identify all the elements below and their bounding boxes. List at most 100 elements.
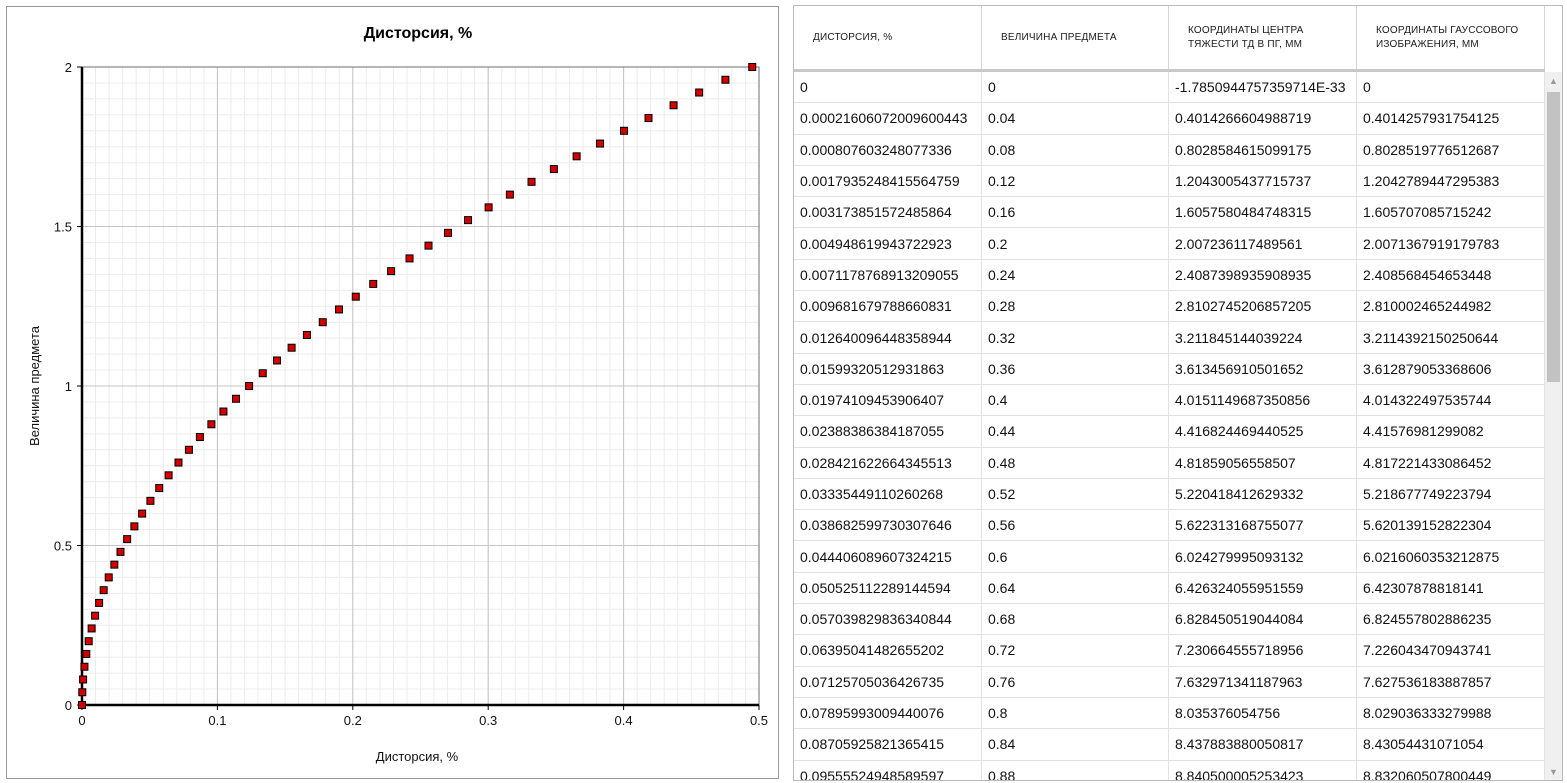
table-cell: 0.32 — [982, 322, 1169, 353]
data-point — [443, 228, 452, 237]
table-cell: 0.12 — [982, 165, 1169, 197]
table-row[interactable]: 0.012640096448358944 0.32 3.21184514403922… — [794, 322, 1545, 354]
table-cell: 0 — [1357, 72, 1545, 103]
table-cell: 0.8028584615099175 — [1169, 134, 1357, 165]
table-row[interactable]: 0.050525112289144594 0.64 6.42632405595155… — [794, 572, 1545, 605]
data-point — [104, 573, 113, 582]
table-cell: 6.426324055951559 — [1169, 572, 1357, 604]
table-cell: 7.230664555718956 — [1169, 635, 1357, 666]
data-point — [164, 471, 173, 480]
table-row[interactable]: 0.02388386384187055 0.44 4.416824469440525… — [794, 416, 1545, 448]
data-point — [78, 701, 86, 709]
table-row[interactable]: 0.009681679788660831 0.28 2.81027452068572… — [794, 291, 1545, 323]
table-cell: 0.003173851572485864 — [794, 197, 982, 228]
table-cell: 0.8 — [982, 697, 1169, 729]
table-cell: 0.44 — [982, 416, 1169, 447]
column-header-gaussian-coords[interactable]: КООРДИНАТЫ ГАУССОВОГО ИЗОБРАЖЕНИЯ, ММ — [1357, 6, 1545, 69]
table-cell: 0.028421622664345513 — [794, 447, 982, 478]
table-row[interactable]: 0.07125705036426735 0.76 7.632971341187963… — [794, 666, 1545, 698]
data-table[interactable]: ДИСТОРСИЯ, % ВЕЛИЧИНА ПРЕДМЕТА КООРДИНАТ… — [793, 5, 1563, 781]
table-cell: 7.627536183887857 — [1357, 666, 1545, 697]
table-cell: 4.41576981299082 — [1357, 416, 1545, 447]
table-row[interactable]: 0.09555524948589597 0.88 8.840500005253423… — [794, 760, 1545, 780]
table-row[interactable]: 0.004948619943722923 0.2 2.007236117489561… — [794, 228, 1545, 260]
data-point — [232, 394, 241, 403]
table-cell: 4.014322497535744 — [1357, 384, 1545, 416]
data-point — [405, 254, 414, 263]
column-header-distortion[interactable]: ДИСТОРСИЯ, % — [794, 6, 982, 69]
table-row[interactable]: 0.038682599730307646 0.56 5.62231316875507… — [794, 510, 1545, 542]
table-row[interactable]: 0.000807603248077336 0.08 0.80285846150991… — [794, 134, 1545, 166]
table-cell: 0.0017935248415564759 — [794, 165, 982, 197]
table-row[interactable]: 0.007117876891320905​5 0.24 2.408739893590… — [794, 259, 1545, 292]
y-tick-label: 1 — [65, 379, 72, 394]
data-point — [527, 177, 536, 186]
table-cell: 3.613456910501652 — [1169, 353, 1357, 384]
data-point — [549, 165, 558, 174]
table-cell: 0.72 — [982, 635, 1169, 666]
table-cell: 2.0071367919179783 — [1357, 228, 1545, 259]
table-cell: 0.06395041482655202 — [794, 635, 982, 666]
table-cell: 0.07895993009440076 — [794, 697, 982, 729]
table-cell: 5.218677749223794 — [1357, 478, 1545, 510]
data-point — [287, 343, 296, 352]
table-cell: 6.024279995093132 — [1169, 541, 1357, 572]
table-cell: 3.211845144039224 — [1169, 322, 1357, 353]
table-cell: 1.605707085715242 — [1357, 197, 1545, 228]
table-cell: 0.16 — [982, 197, 1169, 228]
table-cell: 0.76 — [982, 666, 1169, 697]
data-point — [138, 509, 147, 518]
scroll-down-arrow-icon[interactable]: ▼ — [1545, 763, 1562, 780]
data-point — [174, 458, 183, 467]
x-tick-label: 0.5 — [750, 713, 768, 728]
data-point — [318, 318, 327, 327]
table-cell: 8.437883880050817 — [1169, 729, 1357, 760]
table-cell: 8.832060507800449 — [1357, 760, 1545, 780]
scroll-thumb[interactable] — [1547, 92, 1560, 382]
data-point — [195, 433, 204, 442]
data-point — [505, 190, 514, 199]
vertical-scrollbar[interactable]: ▲ ▼ — [1545, 72, 1562, 780]
table-row[interactable]: 0.01974109453906407 0.4 4.0151149687350856… — [794, 384, 1545, 417]
table-cell: 3.612879053368606 — [1357, 353, 1545, 384]
table-cell: 0.56 — [982, 510, 1169, 541]
table-cell: 2.408568454653448 — [1357, 259, 1545, 291]
data-point — [369, 279, 378, 288]
table-cell: 0 — [982, 72, 1169, 103]
column-header-centroid-coords[interactable]: КООРДИНАТЫ ЦЕНТРА ТЯЖЕСТИ ТД В ПГ, ММ — [1169, 6, 1357, 69]
table-cell: 0.6 — [982, 541, 1169, 572]
table-cell: 0.68 — [982, 604, 1169, 635]
table-row[interactable]: 0.08705925821365415 0.84 8.437883880050817… — [794, 729, 1545, 761]
table-cell: 0.01974109453906407 — [794, 384, 982, 416]
y-tick-label: 0.5 — [54, 539, 72, 554]
data-point — [387, 267, 396, 276]
table-row[interactable]: 0.07895993009440076 0.8 8.035376054756 8.02… — [794, 697, 1545, 730]
table-row[interactable]: 0.00021606072009600443 0.04 0.401426660498… — [794, 103, 1545, 135]
table-cell: 6.828450519044084 — [1169, 604, 1357, 635]
data-point — [84, 637, 93, 646]
scroll-up-arrow-icon[interactable]: ▲ — [1545, 72, 1562, 89]
data-point — [116, 547, 125, 556]
data-point — [87, 624, 96, 633]
table-cell: 0.36 — [982, 353, 1169, 384]
table-cell: 3.211439215025064​4 — [1357, 322, 1545, 353]
column-header-object-size[interactable]: ВЕЛИЧИНА ПРЕДМЕТА — [982, 6, 1169, 69]
table-row[interactable]: 0.044406089607324215 0.6 6.024279995093132… — [794, 541, 1545, 573]
data-point — [155, 484, 164, 493]
table-row[interactable]: 0.01599320512931863 0.36 3.613456910501652… — [794, 353, 1545, 385]
data-point — [80, 662, 89, 671]
table-row[interactable]: 0.03335449110260268 0.52 5.220418412629332… — [794, 478, 1545, 511]
table-row[interactable]: 0.028421622664345513 0.48 4.81859056558507… — [794, 447, 1545, 479]
table-row[interactable]: 0.0017935248415564759 0.12 1.2043005437715… — [794, 165, 1545, 198]
data-point — [484, 203, 493, 212]
table-cell: 0.01599320512931863 — [794, 353, 982, 384]
table-row[interactable]: 0.06395041482655202 0.72 7.230664555718956… — [794, 635, 1545, 667]
table-cell: 0.64 — [982, 572, 1169, 604]
table-row[interactable]: 0.003173851572485864 0.16 1.60575804847483… — [794, 197, 1545, 229]
data-point — [721, 75, 730, 84]
data-point — [207, 420, 216, 429]
table-cell: 0.007117876891320905​5 — [794, 259, 982, 291]
table-row[interactable]: 0.057039829836340844 0.68 6.82845051904408… — [794, 604, 1545, 636]
table-cell: 0.07125705036426735 — [794, 666, 982, 697]
table-row[interactable]: 0 0 -1.7850944757359714E-33 0 — [794, 72, 1545, 104]
